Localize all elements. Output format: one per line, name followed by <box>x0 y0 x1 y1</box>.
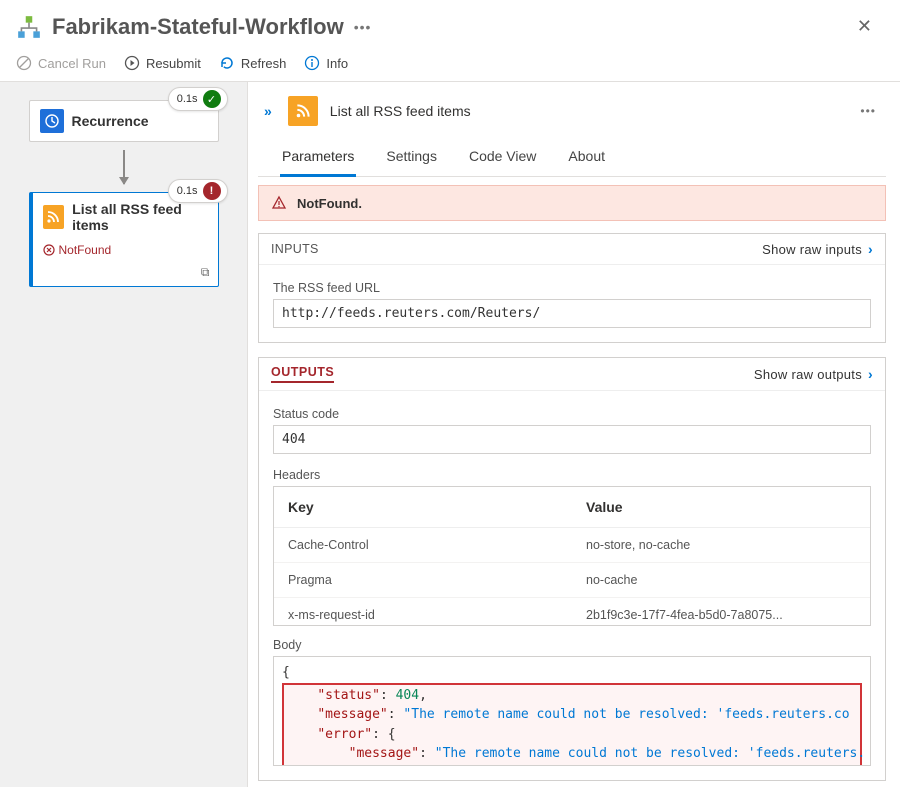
status-code-label: Status code <box>273 407 871 421</box>
node-status-badge: 0.1s ! <box>168 179 228 203</box>
body-output[interactable]: { "status": 404, "message": "The remote … <box>273 656 871 766</box>
tab-code-view[interactable]: Code View <box>467 142 538 176</box>
node-title: Recurrence <box>72 113 149 129</box>
show-raw-outputs-link[interactable]: Show raw outputs› <box>754 366 873 382</box>
node-recurrence[interactable]: 0.1s ✓ Recurrence <box>29 100 219 142</box>
resubmit-button[interactable]: Resubmit <box>124 55 201 71</box>
error-banner: NotFound. <box>258 185 886 221</box>
title-more-icon[interactable]: ••• <box>354 19 372 35</box>
table-row: Pragmano-cache <box>274 563 870 598</box>
connector-arrow <box>123 150 125 184</box>
node-error-text: NotFound <box>33 241 218 265</box>
url-value[interactable]: http://feeds.reuters.com/Reuters/ <box>273 299 871 328</box>
tab-parameters[interactable]: Parameters <box>280 142 356 177</box>
rss-icon <box>288 96 318 126</box>
chevron-right-icon: › <box>868 366 873 382</box>
page-title: Fabrikam-Stateful-Workflow <box>52 14 344 40</box>
detail-more-icon[interactable]: ••• <box>860 104 886 118</box>
error-icon: ! <box>203 182 221 200</box>
collapse-panel-icon[interactable]: » <box>260 99 276 123</box>
inputs-panel: INPUTS Show raw inputs› The RSS feed URL… <box>258 233 886 343</box>
table-row: x-ms-request-id2b1f9c3e-17f7-4fea-b5d0-7… <box>274 598 870 627</box>
headers-table[interactable]: Key Value Cache-Controlno-store, no-cach… <box>273 486 871 626</box>
url-label: The RSS feed URL <box>273 281 871 295</box>
resubmit-icon <box>124 55 140 71</box>
clock-icon <box>40 109 64 133</box>
show-raw-inputs-link[interactable]: Show raw inputs› <box>762 241 873 257</box>
rss-icon <box>43 205 65 229</box>
headers-value-col: Value <box>572 487 870 528</box>
refresh-icon <box>219 55 235 71</box>
warning-icon <box>271 195 287 211</box>
inputs-heading: INPUTS <box>271 242 319 256</box>
node-status-badge: 0.1s ✓ <box>168 87 228 111</box>
success-icon: ✓ <box>203 90 221 108</box>
cancel-icon <box>16 55 32 71</box>
close-button[interactable]: ✕ <box>849 12 880 41</box>
body-label: Body <box>273 638 871 652</box>
node-link-icon[interactable]: ⧉ <box>33 265 218 286</box>
headers-key-col: Key <box>274 487 572 528</box>
node-rss[interactable]: 0.1s ! List all RSS feed items NotFound … <box>29 192 219 287</box>
status-code-value[interactable]: 404 <box>273 425 871 454</box>
workflow-canvas[interactable]: 0.1s ✓ Recurrence 0.1s ! List all RSS fe… <box>0 82 248 787</box>
detail-title: List all RSS feed items <box>330 103 471 119</box>
info-button[interactable]: Info <box>304 55 348 71</box>
tab-about[interactable]: About <box>566 142 607 176</box>
table-row: Cache-Controlno-store, no-cache <box>274 528 870 563</box>
outputs-heading: OUTPUTS <box>271 365 334 383</box>
headers-label: Headers <box>273 468 871 482</box>
node-title: List all RSS feed items <box>72 201 207 233</box>
info-icon <box>304 55 320 71</box>
chevron-right-icon: › <box>868 241 873 257</box>
refresh-button[interactable]: Refresh <box>219 55 287 71</box>
tab-settings[interactable]: Settings <box>384 142 439 176</box>
outputs-panel: OUTPUTS Show raw outputs› Status code 40… <box>258 357 886 781</box>
cancel-run-button: Cancel Run <box>16 55 106 71</box>
workflow-icon <box>16 14 42 40</box>
error-x-icon <box>43 244 55 256</box>
